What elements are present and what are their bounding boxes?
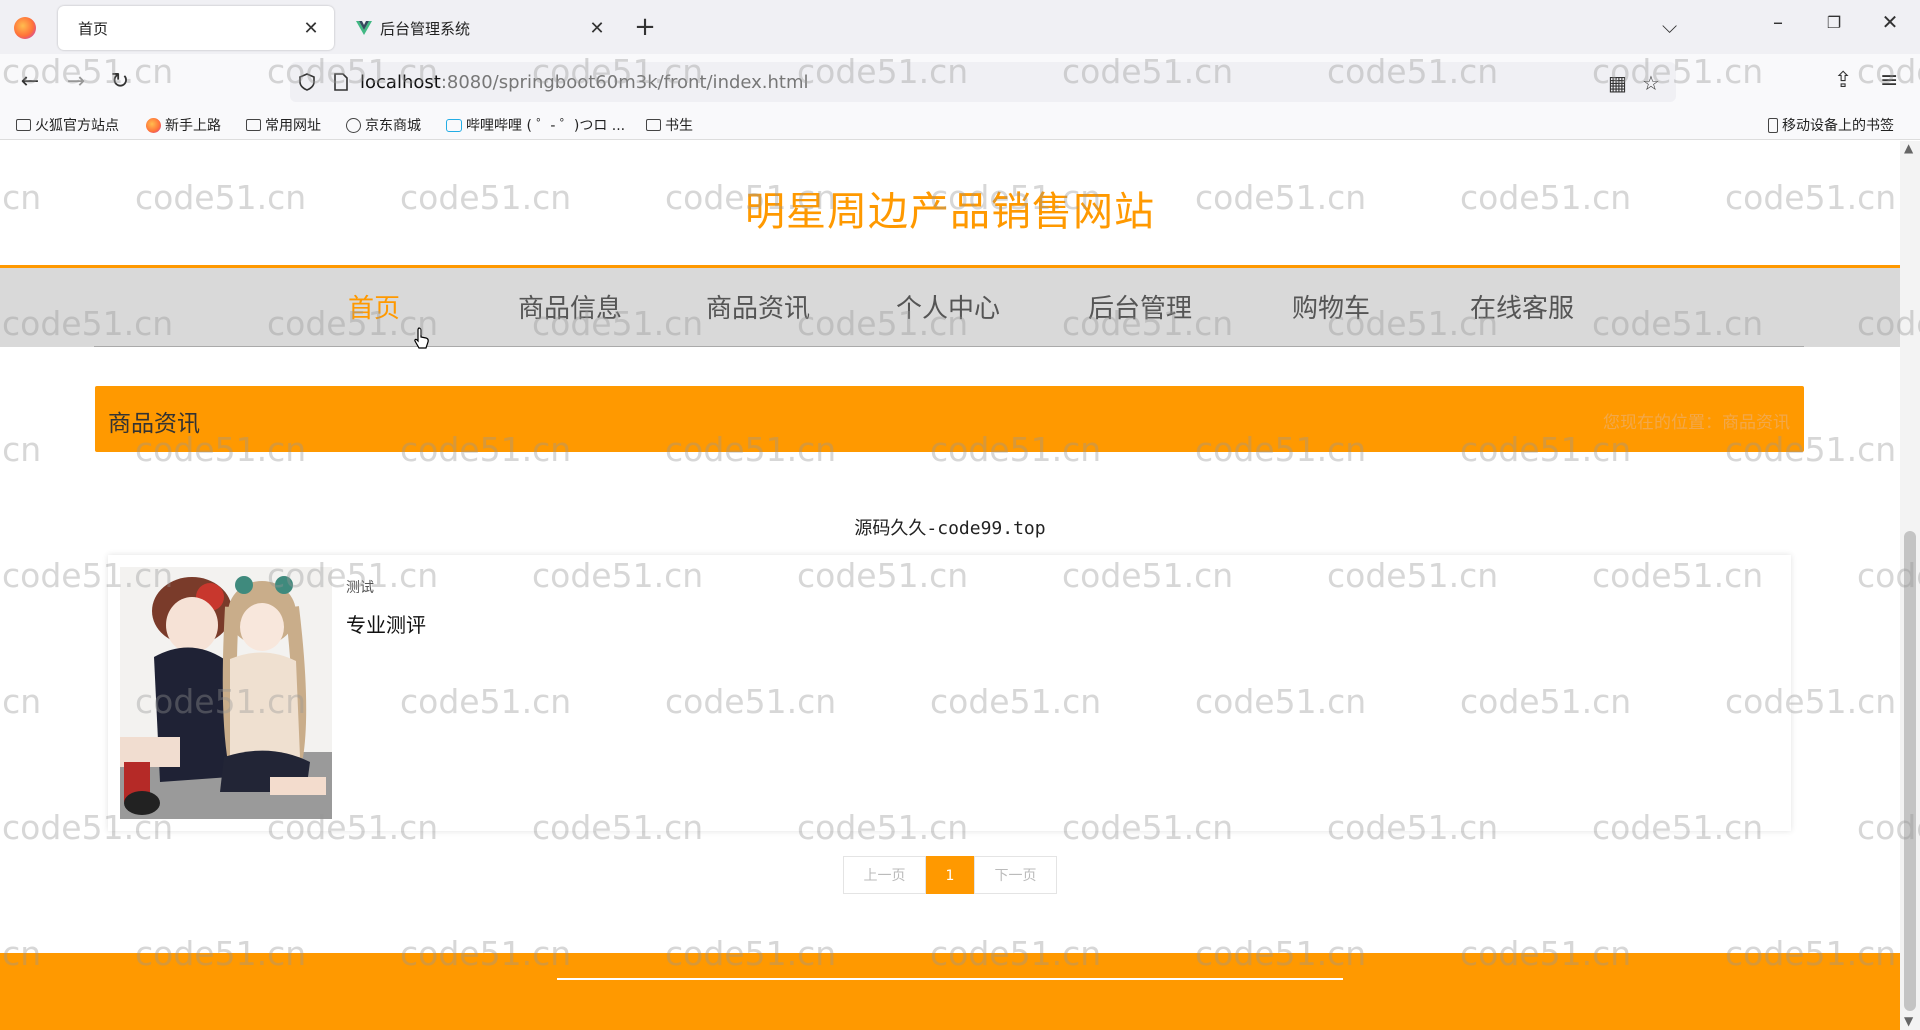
section-title: 商品资讯 bbox=[108, 411, 200, 437]
tab-title: 后台管理系统 bbox=[380, 19, 471, 38]
bookmark-label: 火狐官方站点 bbox=[35, 118, 119, 134]
shield-icon[interactable] bbox=[296, 71, 318, 93]
menu-hamburger-icon[interactable]: ≡ bbox=[1880, 68, 1898, 93]
section-banner: 商品资讯 您现在的位置：商品资讯 bbox=[95, 386, 1804, 452]
address-bar[interactable]: localhost:8080/springboot60m3k/front/ind… bbox=[290, 62, 1676, 102]
bookmark-item[interactable]: 常用网址 bbox=[246, 115, 321, 135]
close-tab-icon[interactable]: ✕ bbox=[300, 18, 322, 39]
menu-item-home[interactable]: 首页 bbox=[348, 288, 400, 325]
tab-admin[interactable]: 后台管理系统 ✕ bbox=[344, 6, 620, 50]
menu-item-news[interactable]: 商品资讯 bbox=[706, 288, 810, 325]
minimize-icon[interactable]: – bbox=[1758, 10, 1798, 34]
page-info-icon[interactable] bbox=[330, 71, 352, 93]
mobile-device-icon bbox=[1768, 117, 1778, 133]
qr-code-icon[interactable]: ▦ bbox=[1608, 71, 1627, 95]
reload-icon[interactable]: ↻ bbox=[102, 64, 138, 100]
news-title[interactable]: 专业测评 bbox=[346, 609, 426, 638]
bookmark-label: 哔哩哔哩 ( ゜- ゜)つロ ... bbox=[466, 118, 626, 134]
news-thumbnail[interactable] bbox=[120, 567, 332, 819]
breadcrumb: 您现在的位置：商品资讯 bbox=[1603, 413, 1790, 433]
prev-page-button[interactable]: 上一页 bbox=[843, 856, 926, 894]
forward-arrow-icon[interactable]: → bbox=[58, 64, 94, 100]
bookmark-label: 移动设备上的书签 bbox=[1782, 118, 1894, 134]
new-tab-button[interactable]: + bbox=[630, 12, 660, 42]
pagination: 上一页 1 下一页 bbox=[843, 856, 1057, 894]
scroll-up-icon[interactable]: ▲ bbox=[1904, 141, 1913, 155]
page-number-button[interactable]: 1 bbox=[926, 856, 974, 894]
main-menu: 首页 商品信息 商品资讯 个人中心 后台管理 购物车 在线客服 bbox=[0, 265, 1900, 347]
bookmark-label: 新手上路 bbox=[165, 118, 221, 134]
restore-icon[interactable]: ❐ bbox=[1814, 13, 1854, 32]
bookmark-item[interactable]: 火狐官方站点 bbox=[16, 115, 119, 135]
firefox-icon bbox=[146, 117, 161, 133]
folder-icon bbox=[246, 119, 261, 131]
menu-item-profile[interactable]: 个人中心 bbox=[896, 288, 1000, 325]
menu-divider bbox=[94, 346, 1804, 347]
url-path: :8080/springboot60m3k/front/index.html bbox=[440, 71, 809, 93]
bookmark-label: 京东商城 bbox=[365, 118, 421, 134]
browser-tab-strip: 首页 ✕ 后台管理系统 ✕ + ⌵ – ❐ ✕ bbox=[0, 0, 1920, 54]
site-title: 明星周边产品销售网站 bbox=[745, 189, 1155, 235]
news-tag: 测试 bbox=[346, 580, 374, 596]
menu-item-products[interactable]: 商品信息 bbox=[518, 288, 622, 325]
news-card[interactable]: 测试 专业测评 bbox=[108, 555, 1791, 831]
scroll-down-icon[interactable]: ▼ bbox=[1904, 1014, 1913, 1028]
close-tab-icon[interactable]: ✕ bbox=[586, 18, 608, 39]
bilibili-icon bbox=[446, 118, 462, 132]
firefox-logo-icon[interactable] bbox=[14, 17, 36, 39]
list-all-tabs-icon[interactable]: ⌵ bbox=[1662, 14, 1677, 38]
bookmark-item[interactable]: 书生 bbox=[646, 115, 693, 135]
page-scrollbar[interactable]: ▲ ▼ bbox=[1900, 141, 1920, 1030]
close-window-icon[interactable]: ✕ bbox=[1870, 10, 1910, 34]
bookmark-item[interactable]: 新手上路 bbox=[146, 115, 221, 135]
footer-divider bbox=[557, 978, 1343, 980]
back-arrow-icon[interactable]: ← bbox=[12, 64, 48, 100]
scrollbar-thumb[interactable] bbox=[1904, 531, 1916, 1011]
bookmark-label: 常用网址 bbox=[265, 118, 321, 134]
tab-title: 首页 bbox=[78, 19, 109, 38]
bookmark-label: 书生 bbox=[665, 118, 693, 134]
bookmark-item[interactable]: 哔哩哔哩 ( ゜- ゜)つロ ... bbox=[446, 115, 625, 135]
url-host: localhost bbox=[360, 71, 441, 93]
globe-icon bbox=[346, 117, 361, 133]
menu-item-admin[interactable]: 后台管理 bbox=[1088, 288, 1192, 325]
folder-icon bbox=[646, 119, 661, 131]
page-subtitle: 源码久久-code99.top bbox=[854, 518, 1046, 539]
mobile-bookmarks[interactable]: 移动设备上的书签 bbox=[1768, 115, 1894, 135]
vue-logo-icon bbox=[356, 21, 372, 35]
navigation-toolbar: ← → ↻ localhost:8080/springboot60m3k/fro… bbox=[0, 54, 1920, 108]
menu-item-cart[interactable]: 购物车 bbox=[1292, 288, 1370, 325]
bookmark-star-icon[interactable]: ☆ bbox=[1642, 71, 1660, 95]
bookmark-item[interactable]: 京东商城 bbox=[346, 115, 421, 135]
tab-home[interactable]: 首页 ✕ bbox=[58, 6, 334, 50]
extensions-icon[interactable]: ⇪ bbox=[1834, 68, 1852, 93]
menu-item-chat[interactable]: 在线客服 bbox=[1470, 288, 1574, 325]
bookmarks-toolbar: 火狐官方站点 新手上路 常用网址 京东商城 哔哩哔哩 ( ゜- ゜)つロ ...… bbox=[0, 108, 1920, 140]
hand-cursor-icon bbox=[414, 327, 429, 349]
folder-icon bbox=[16, 119, 31, 131]
site-footer bbox=[0, 953, 1900, 1030]
next-page-button[interactable]: 下一页 bbox=[974, 856, 1057, 894]
page-viewport: 明星周边产品销售网站 首页 商品信息 商品资讯 个人中心 后台管理 购物车 在线… bbox=[0, 141, 1900, 1030]
